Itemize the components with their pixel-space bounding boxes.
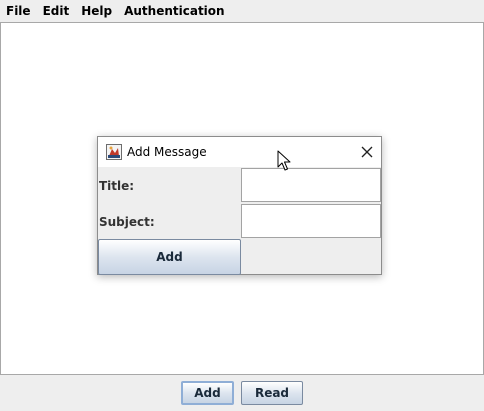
subject-input[interactable] [241,204,381,238]
close-icon[interactable] [358,143,376,161]
title-input[interactable] [241,168,381,202]
menu-authentication[interactable]: Authentication [118,0,231,22]
menu-edit[interactable]: Edit [37,0,76,22]
add-message-dialog: Add Message Title: Subject: Add [97,136,382,275]
add-button[interactable]: Add [181,381,234,405]
bottom-button-bar: Add Read [0,375,484,411]
menu-bar: File Edit Help Authentication [0,0,484,22]
menu-help[interactable]: Help [75,0,118,22]
dialog-title: Add Message [127,145,207,159]
java-app-icon [106,144,122,160]
mouse-cursor-icon [277,150,291,171]
dialog-add-button[interactable]: Add [98,239,241,275]
dialog-titlebar[interactable]: Add Message [98,137,381,167]
menu-file[interactable]: File [0,0,37,22]
title-label: Title: [99,179,135,193]
subject-label: Subject: [99,215,155,229]
read-button[interactable]: Read [241,381,303,405]
